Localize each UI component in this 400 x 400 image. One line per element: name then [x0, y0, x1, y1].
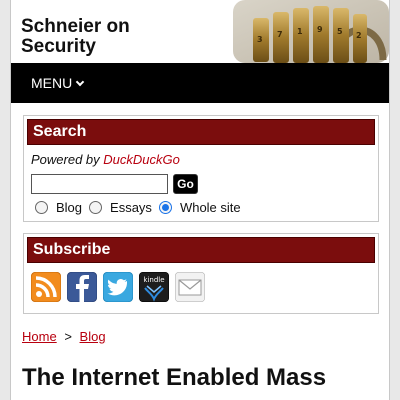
page: Schneier on Security 3 7 1 9 5 2 MENU Se…	[10, 0, 390, 400]
scope-essays-label: Essays	[110, 200, 152, 215]
svg-text:1: 1	[297, 27, 303, 36]
search-heading: Search	[27, 119, 375, 145]
svg-text:5: 5	[337, 27, 343, 36]
kindle-text[interactable]: kindle	[143, 276, 164, 284]
site-title-line2[interactable]: Security	[21, 37, 130, 57]
svg-text:7: 7	[277, 30, 283, 39]
svg-text:9: 9	[317, 25, 323, 34]
site-title[interactable]: Schneier on Security	[21, 17, 130, 57]
navbar: MENU	[11, 63, 389, 103]
scope-blog-label: Blog	[56, 200, 83, 215]
twitter-icon[interactable]	[103, 272, 133, 302]
facebook-icon[interactable]	[67, 272, 97, 302]
powered-by: Powered by DuckDuckGo	[31, 152, 180, 167]
subscribe-icons: kindle	[31, 272, 211, 302]
scope-whole-site-label: Whole site	[179, 200, 241, 215]
go-button[interactable]: Go	[173, 174, 198, 194]
site-title-line1[interactable]: Schneier on	[21, 17, 130, 37]
padlock-icon: 3 7 1 9 5 2	[233, 0, 389, 63]
subscribe-widget: Subscribe kindle	[23, 233, 379, 314]
radio-blog[interactable]	[35, 201, 48, 214]
search-widget: Search Powered by DuckDuckGo Go Blog Ess…	[23, 115, 379, 222]
post-title[interactable]: The Internet Enabled Mass	[22, 364, 326, 392]
masthead: Schneier on Security 3 7 1 9 5 2	[11, 0, 389, 63]
svg-text:2: 2	[356, 31, 362, 40]
kindle-icon[interactable]: kindle	[139, 272, 169, 302]
breadcrumb-separator: >	[64, 329, 72, 344]
email-icon[interactable]	[175, 272, 205, 302]
chevron-down-icon[interactable]	[75, 77, 85, 87]
search-scope: Blog Essays Whole site	[35, 200, 248, 215]
scope-whole-site[interactable]: Whole site	[158, 200, 241, 215]
subscribe-heading: Subscribe	[27, 237, 375, 263]
svg-text:3: 3	[257, 35, 263, 44]
breadcrumb: Home > Blog	[22, 329, 106, 344]
rss-icon[interactable]	[31, 272, 61, 302]
scope-essays[interactable]: Essays	[89, 200, 152, 215]
menu-button[interactable]: MENU	[31, 63, 85, 103]
radio-whole-site[interactable]	[158, 201, 172, 214]
breadcrumb-blog[interactable]: Blog	[80, 329, 106, 344]
powered-prefix: Powered by	[31, 152, 100, 167]
search-input[interactable]	[31, 174, 168, 194]
breadcrumb-home[interactable]: Home	[22, 329, 57, 344]
menu-label[interactable]: MENU	[31, 75, 72, 91]
duckduckgo-link[interactable]: DuckDuckGo	[103, 152, 180, 167]
radio-essays[interactable]	[89, 201, 103, 214]
scope-blog[interactable]: Blog	[35, 200, 82, 215]
